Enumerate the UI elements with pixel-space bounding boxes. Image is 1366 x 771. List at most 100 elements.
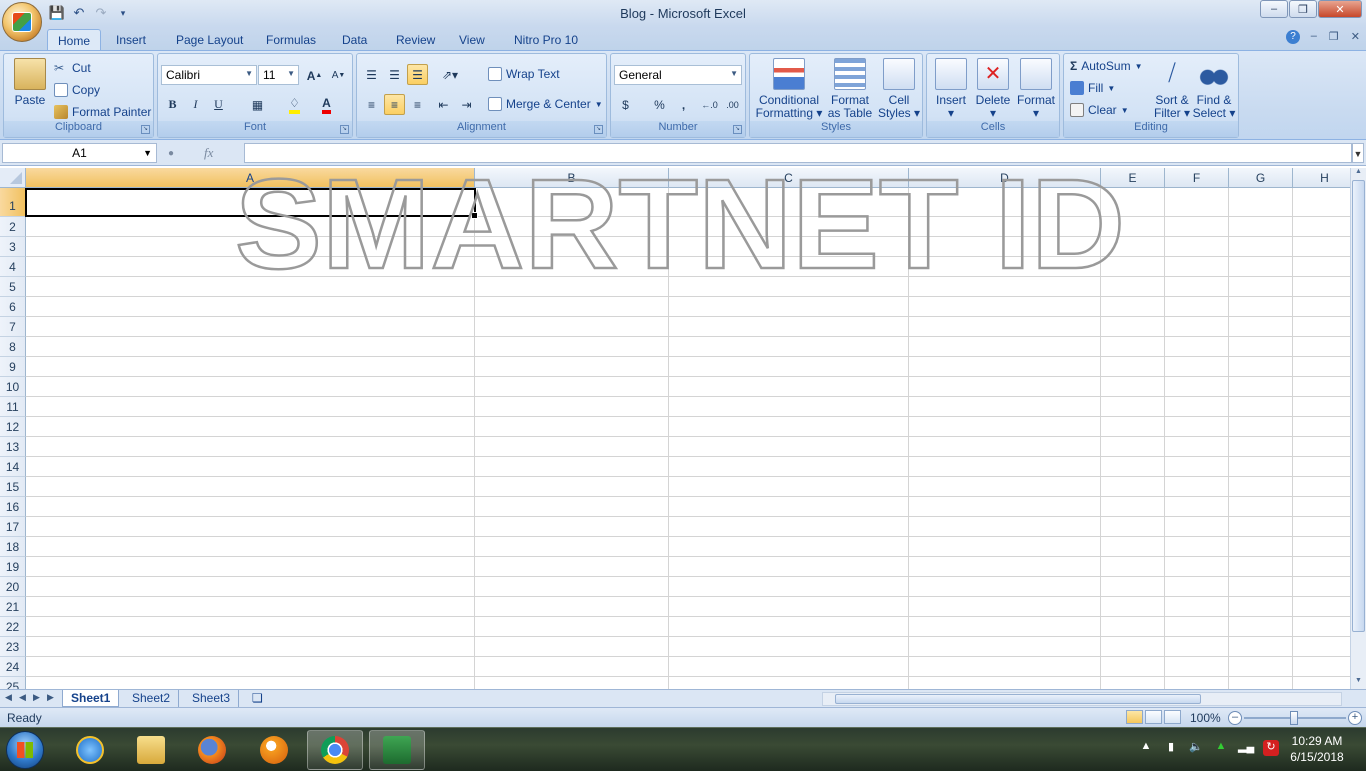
shrink-font-button[interactable]: A ▼ [328, 65, 349, 86]
media-icon[interactable] [246, 730, 302, 770]
zoom-level[interactable]: 100% [1190, 711, 1221, 725]
fill-button[interactable]: Fill ▼ [1070, 78, 1115, 98]
page-break-view-icon[interactable] [1164, 710, 1181, 724]
row-header-16[interactable]: 16 [0, 497, 26, 517]
cut-button[interactable]: ✂ Cut [54, 58, 91, 78]
row-header-20[interactable]: 20 [0, 577, 26, 597]
decrease-indent-icon[interactable]: ⇤ [433, 94, 454, 115]
row-header-8[interactable]: 8 [0, 337, 26, 357]
workbook-close-icon[interactable]: ✕ [1351, 30, 1360, 43]
firefox-icon[interactable] [184, 730, 240, 770]
cell-styles-button[interactable]: Cell Styles ▾ [877, 58, 921, 120]
fill-color-icon[interactable]: ♢ [284, 94, 305, 115]
tab-page-layout[interactable]: Page Layout [166, 29, 253, 50]
page-layout-view-icon[interactable] [1145, 710, 1162, 724]
row-header-24[interactable]: 24 [0, 657, 26, 677]
underline-button[interactable]: U [208, 94, 229, 115]
row-header-6[interactable]: 6 [0, 297, 26, 317]
row-header-10[interactable]: 10 [0, 377, 26, 397]
explorer-icon[interactable] [123, 730, 179, 770]
increase-indent-icon[interactable]: ⇥ [456, 94, 477, 115]
horizontal-scrollbar[interactable] [822, 692, 1342, 706]
clear-button[interactable]: Clear ▼ [1070, 100, 1129, 120]
signal-icon[interactable]: ▂▄ [1238, 740, 1254, 756]
comma-button[interactable]: , [673, 94, 694, 115]
sort-filter-button[interactable]: ⧸ Sort & Filter ▾ [1150, 58, 1194, 120]
copy-button[interactable]: Copy [54, 80, 100, 100]
formula-bar-handle-icon[interactable]: ● [168, 148, 174, 159]
decrease-decimal-icon[interactable]: .00 [722, 94, 743, 115]
italic-button[interactable]: I [185, 94, 206, 115]
row-header-23[interactable]: 23 [0, 637, 26, 657]
tab-home[interactable]: Home [47, 29, 102, 50]
alignment-launcher-icon[interactable]: ↘ [594, 125, 603, 134]
sheet-tab-3[interactable]: Sheet3 [184, 690, 240, 707]
align-right-icon[interactable]: ≡ [407, 94, 428, 115]
vertical-scroll-thumb[interactable] [1352, 180, 1365, 632]
align-center-icon[interactable]: ≡ [384, 94, 405, 115]
row-header-13[interactable]: 13 [0, 437, 26, 457]
insert-function-icon[interactable]: fx [204, 145, 213, 161]
insert-sheet-icon[interactable]: ❏ [244, 690, 271, 707]
row-header-25[interactable]: 25 [0, 677, 26, 689]
row-header-4[interactable]: 4 [0, 257, 26, 277]
column-header-f[interactable]: F [1165, 168, 1229, 188]
top-align-icon[interactable]: ☰ [361, 64, 382, 85]
expand-formula-icon[interactable]: ▼ [1352, 143, 1364, 163]
chrome-icon[interactable] [307, 730, 363, 770]
maximize-button[interactable]: ❐ [1289, 0, 1317, 18]
first-sheet-icon[interactable]: ◀ [5, 692, 12, 703]
next-sheet-icon[interactable]: ▶ [33, 692, 40, 703]
name-box[interactable]: A1 ▼ [2, 143, 157, 163]
zoom-slider[interactable]: – + [1228, 711, 1362, 725]
row-header-9[interactable]: 9 [0, 357, 26, 377]
merge-center-button[interactable]: Merge & Center ▼ [488, 94, 603, 114]
network-app-icon[interactable]: ▲ [1213, 740, 1229, 756]
help-icon[interactable]: ? [1286, 30, 1300, 44]
delete-cells-button[interactable]: ✕ Delete ▾ [973, 58, 1013, 120]
font-size-combo[interactable]: 11 ▼ [258, 65, 299, 85]
row-header-18[interactable]: 18 [0, 537, 26, 557]
select-all-button[interactable] [0, 168, 26, 188]
tab-data[interactable]: Data [332, 29, 377, 50]
row-header-19[interactable]: 19 [0, 557, 26, 577]
percent-button[interactable]: % [649, 94, 670, 115]
workbook-minimize-icon[interactable]: – [1311, 30, 1317, 43]
wrap-text-button[interactable]: Wrap Text [488, 64, 560, 84]
scroll-up-icon[interactable]: ▲ [1351, 168, 1366, 180]
volume-icon[interactable]: 🔈 [1188, 740, 1204, 756]
antivirus-icon[interactable]: ↻ [1263, 740, 1279, 756]
number-format-combo[interactable]: General ▼ [614, 65, 742, 85]
row-header-1[interactable]: 1 [0, 188, 26, 217]
paste-button[interactable]: Paste [10, 58, 50, 107]
find-select-button[interactable]: Find & Select ▾ [1192, 58, 1236, 120]
excel-icon[interactable] [369, 730, 425, 770]
row-header-17[interactable]: 17 [0, 517, 26, 537]
zoom-knob[interactable] [1290, 711, 1298, 725]
clipboard-launcher-icon[interactable]: ↘ [141, 125, 150, 134]
sheet-tab-1[interactable]: Sheet1 [62, 690, 120, 707]
horizontal-scroll-thumb[interactable] [835, 694, 1201, 704]
format-painter-button[interactable]: Format Painter [54, 102, 151, 122]
row-header-12[interactable]: 12 [0, 417, 26, 437]
tab-nitro[interactable]: Nitro Pro 10 [504, 29, 588, 50]
bottom-align-icon[interactable]: ☰ [407, 64, 428, 85]
workbook-restore-icon[interactable]: ❐ [1329, 30, 1339, 43]
row-header-11[interactable]: 11 [0, 397, 26, 417]
zoom-in-icon[interactable]: + [1348, 711, 1362, 725]
vertical-scrollbar[interactable]: ▲ ▼ [1350, 168, 1366, 689]
formula-input[interactable] [244, 143, 1352, 163]
increase-decimal-icon[interactable]: ←.0 [699, 94, 720, 115]
row-header-5[interactable]: 5 [0, 277, 26, 297]
font-launcher-icon[interactable]: ↘ [340, 125, 349, 134]
orientation-icon[interactable]: ⇗▾ [435, 64, 465, 85]
prev-sheet-icon[interactable]: ◀ [19, 692, 26, 703]
tab-formulas[interactable]: Formulas [256, 29, 326, 50]
normal-view-icon[interactable] [1126, 710, 1143, 724]
font-color-icon[interactable]: A [316, 94, 337, 115]
show-hidden-icons-icon[interactable]: ▲ [1138, 740, 1154, 756]
row-header-14[interactable]: 14 [0, 457, 26, 477]
column-header-h[interactable]: H [1293, 168, 1350, 188]
row-header-15[interactable]: 15 [0, 477, 26, 497]
bold-button[interactable]: B [162, 94, 183, 115]
